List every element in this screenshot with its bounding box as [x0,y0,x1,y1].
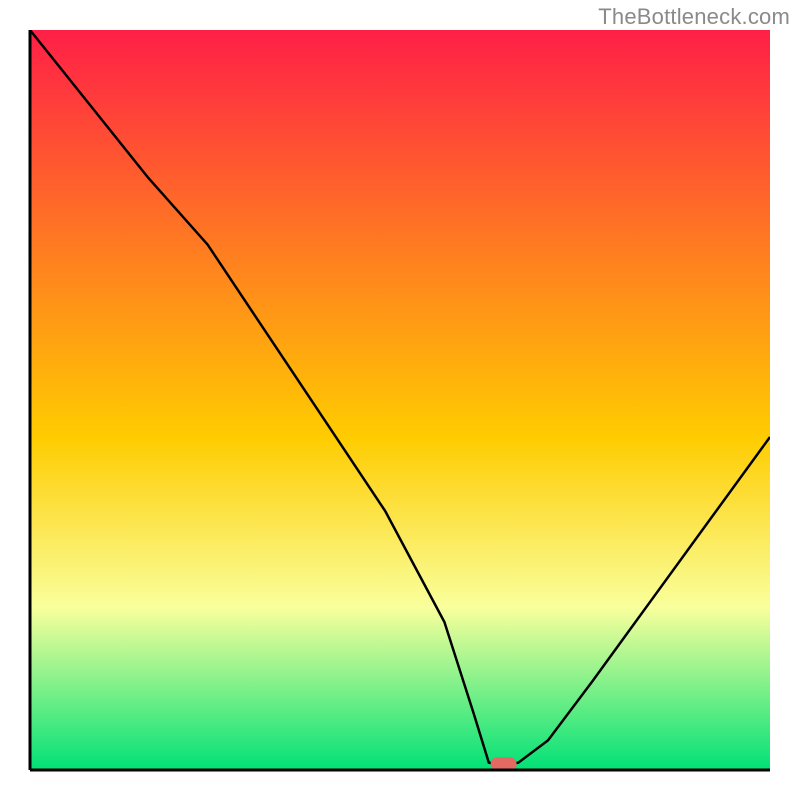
watermark-text: TheBottleneck.com [598,4,790,30]
bottleneck-chart: TheBottleneck.com [0,0,800,800]
plot-background [30,30,770,770]
chart-canvas [0,0,800,800]
